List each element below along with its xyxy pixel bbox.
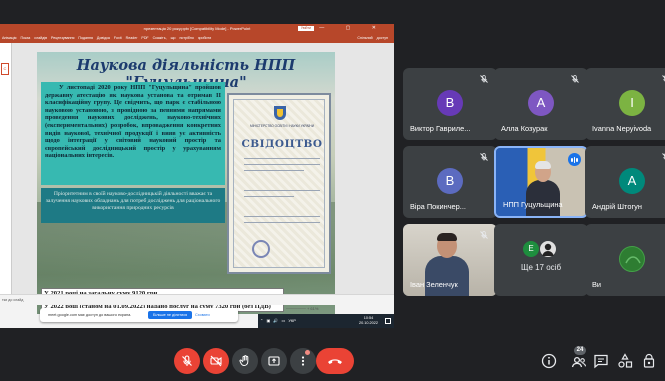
- avatar: B: [437, 90, 463, 116]
- shared-screen: презентація 20 року.pptx [Compatibility …: [0, 24, 394, 328]
- zoom-slider[interactable]: ─────── + 61%: [286, 306, 318, 311]
- host-controls-icon: [643, 353, 655, 368]
- mic-off-icon: [479, 152, 489, 162]
- mic-off-icon: [661, 74, 665, 84]
- thumbnail-marker[interactable]: С: [1, 63, 9, 75]
- participant-name: Андрій Штогун: [592, 202, 642, 211]
- slide-sub-text: Пріоритетним в своїй науково-дослідницьк…: [41, 188, 225, 223]
- mic-off-icon: [182, 355, 192, 366]
- avatar-photo: [540, 241, 556, 257]
- participant-tile[interactable]: Іван Зеленчук: [403, 224, 497, 296]
- avatar: E: [523, 241, 539, 257]
- other-participants-tile[interactable]: E Ще 17 осіб: [494, 224, 588, 296]
- avatar: B: [437, 168, 463, 194]
- participant-name: Віра Покинчер...: [410, 202, 466, 211]
- raise-hand-button[interactable]: [232, 348, 258, 374]
- participant-tile[interactable]: I Ivanna Nepyivoda: [585, 68, 665, 140]
- participant-tile[interactable]: B Віра Покинчер...: [403, 146, 497, 218]
- mic-off-icon: [479, 230, 489, 240]
- certificate-title: СВІДОЦТВО: [241, 138, 323, 150]
- chat-icon: [594, 354, 608, 369]
- screen-share-notice-text: meet.google.com має доступ до вашого екр…: [48, 313, 132, 317]
- participant-name: Алла Козурак: [501, 124, 548, 133]
- activities-icon: [618, 353, 633, 368]
- certificate-image: МІНІСТЕРСТВО ОСВІТИ І НАУКИ УКРАЇНИ СВІД…: [227, 93, 331, 274]
- clock-date: 20.10.2022: [359, 321, 379, 325]
- current-slide: Наукова діяльність НПП "Гуцульщина" У ли…: [37, 52, 335, 314]
- taskbar-clock[interactable]: 10:54 20.10.2022: [359, 316, 378, 326]
- certificate-ministry: МІНІСТЕРСТВО ОСВІТИ І НАУКИ УКРАЇНИ: [249, 124, 315, 128]
- system-tray[interactable]: ⌃ ▣ 🔊 ▭ УКР: [260, 314, 296, 328]
- info-icon: [541, 353, 557, 369]
- chat-button[interactable]: [592, 352, 610, 370]
- people-icon: [571, 356, 587, 368]
- avatar: I: [619, 90, 645, 116]
- share-access-button[interactable]: Спільний доступ: [357, 33, 388, 43]
- windows-taskbar: ⌃ ▣ 🔊 ▭ УКР 10:54 20.10.2022: [258, 314, 394, 328]
- notes-label[interactable]: тки до слайд: [2, 295, 23, 306]
- participant-tile[interactable]: A Алла Козурак: [494, 68, 588, 140]
- hang-up-button[interactable]: [316, 348, 354, 374]
- participant-tile-speaking[interactable]: НПП Гуцульщина: [494, 146, 588, 218]
- more-options-button[interactable]: [290, 348, 316, 374]
- login-button[interactable]: Увійти: [297, 26, 314, 31]
- participant-tile[interactable]: A Андрій Штогун: [585, 146, 665, 218]
- host-controls-button[interactable]: [640, 352, 658, 370]
- coat-of-arms-icon: [274, 106, 286, 120]
- ribbon-tabs[interactable]: Анімація Показ слайдів Рецензування Пода…: [2, 36, 211, 40]
- speaking-indicator-icon: [568, 153, 581, 166]
- participant-name: Виктор Гавриле...: [410, 124, 471, 133]
- more-options-icon: [301, 356, 305, 366]
- meeting-details-button[interactable]: [540, 352, 558, 370]
- participant-name: Ще 17 осіб: [520, 263, 562, 272]
- present-icon: [268, 356, 280, 366]
- certificate-seal-icon: [252, 240, 270, 258]
- participant-name: Ivanna Nepyivoda: [592, 124, 652, 133]
- notification-icon[interactable]: [385, 318, 391, 324]
- activities-button[interactable]: [616, 352, 634, 370]
- slide-thumbnail-strip[interactable]: С: [0, 43, 12, 294]
- participant-name: НПП Гуцульщина: [503, 200, 563, 209]
- self-avatar: [619, 246, 645, 272]
- screen-share-notice: meet.google.com має доступ до вашого екр…: [40, 308, 238, 322]
- powerpoint-title: презентація 20 року.pptx [Compatibility …: [143, 26, 251, 31]
- camera-toggle-button[interactable]: [203, 348, 229, 374]
- notification-dot: [305, 350, 310, 355]
- window-controls[interactable]: — ▢ ✕: [319, 24, 386, 33]
- powerpoint-ribbon[interactable]: Анімація Показ слайдів Рецензування Пода…: [0, 33, 394, 43]
- self-tile[interactable]: Ви: [585, 224, 665, 296]
- powerpoint-status-bar: тки до слайд: [0, 294, 394, 305]
- stop-sharing-button[interactable]: Більше не ділитися: [148, 311, 193, 319]
- powerpoint-title-bar: презентація 20 року.pptx [Compatibility …: [0, 24, 394, 33]
- hang-up-icon: [328, 359, 342, 364]
- mic-off-icon: [661, 152, 665, 162]
- mic-toggle-button[interactable]: [174, 348, 200, 374]
- slide-body-text: У листопаді 2020 року НПП "Гуцульщина" п…: [41, 82, 225, 185]
- camera-off-icon: [210, 355, 222, 367]
- avatar: A: [528, 90, 554, 116]
- participant-name: Іван Зеленчук: [410, 280, 458, 289]
- hide-notice-button[interactable]: Сховати: [192, 311, 213, 319]
- raise-hand-icon: [239, 355, 249, 367]
- participant-video-person: [526, 161, 560, 216]
- present-button[interactable]: [261, 348, 287, 374]
- mic-off-icon: [570, 74, 580, 84]
- participant-name: Ви: [592, 280, 602, 289]
- people-button[interactable]: [570, 352, 588, 370]
- mic-off-icon: [479, 74, 489, 84]
- participant-tile[interactable]: B Виктор Гавриле...: [403, 68, 497, 140]
- avatar: A: [619, 168, 645, 194]
